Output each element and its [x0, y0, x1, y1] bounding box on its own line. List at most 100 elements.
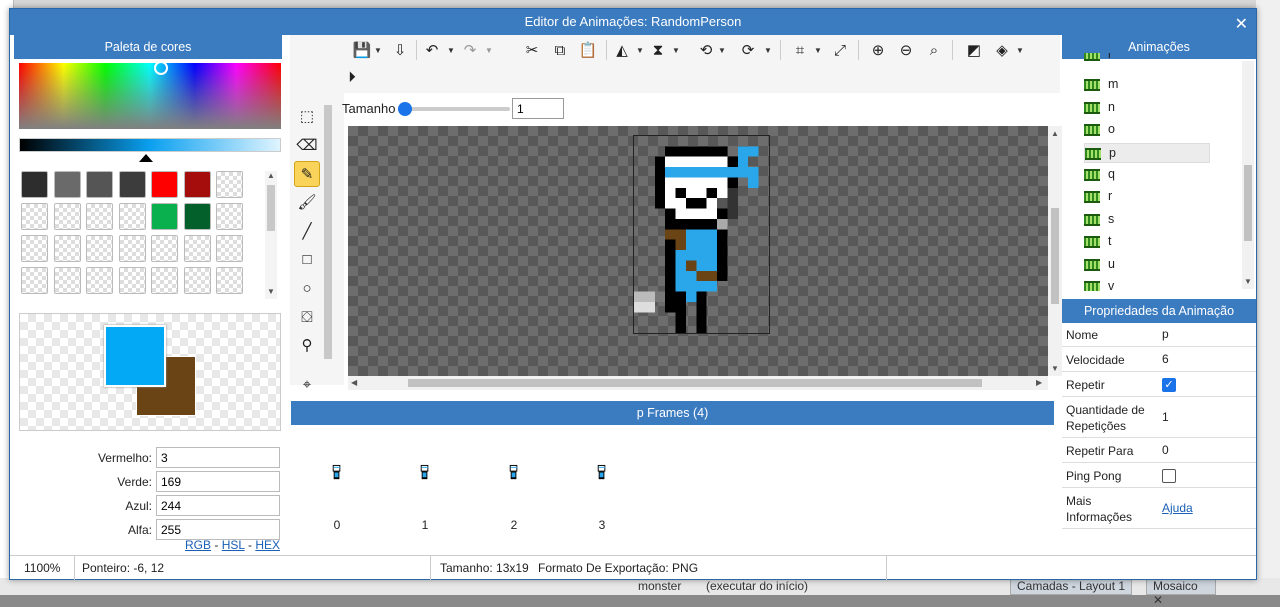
prop-name-value[interactable]: p — [1162, 327, 1169, 341]
animation-item-m[interactable]: m — [1084, 75, 1210, 95]
horizontal-scroll-thumb[interactable] — [408, 379, 982, 387]
color-swatch[interactable] — [216, 171, 243, 198]
eyedropper-icon[interactable]: ⚲ — [294, 333, 320, 359]
spectrum-knob[interactable] — [154, 61, 168, 75]
hex-link[interactable]: HEX — [255, 538, 280, 552]
color-swatch[interactable] — [86, 171, 113, 198]
color-swatch[interactable] — [53, 235, 81, 262]
animation-item-v[interactable]: v — [1084, 277, 1210, 291]
color-swatch[interactable] — [183, 171, 211, 198]
color-swatch[interactable] — [151, 171, 178, 198]
color-swatch[interactable] — [151, 235, 178, 262]
scroll-right-icon[interactable]: ▶ — [1036, 378, 1042, 387]
size-input[interactable] — [512, 98, 564, 119]
crop-dropdown-icon[interactable]: ▼ — [814, 46, 822, 55]
animation-item-l[interactable]: l — [1084, 53, 1210, 63]
color-spectrum-picker[interactable] — [19, 61, 281, 129]
animation-item-r[interactable]: r — [1084, 187, 1210, 207]
prop-repeat-to-value[interactable]: 0 — [1162, 443, 1169, 457]
brush-icon[interactable]: 🖌 — [294, 190, 320, 216]
redo-dropdown-icon[interactable]: ▼ — [485, 46, 493, 55]
paste-icon[interactable]: 📋 — [576, 38, 600, 64]
canvas-vertical-scrollbar[interactable]: ▲ ▼ — [1048, 126, 1062, 376]
export-icon[interactable]: ⇩ — [388, 38, 412, 64]
loop-checkbox[interactable]: ✓ — [1162, 378, 1176, 392]
green-input[interactable] — [156, 471, 280, 492]
color-swatch[interactable] — [216, 235, 243, 262]
undo-dropdown-icon[interactable]: ▼ — [447, 46, 455, 55]
brightness-slider[interactable] — [19, 138, 281, 152]
fill-bucket-icon[interactable]: ⛋ — [294, 305, 320, 331]
color-swatch[interactable] — [21, 171, 48, 198]
rgb-link[interactable]: RGB — [185, 538, 211, 552]
red-input[interactable] — [156, 447, 280, 468]
tool-scrollbar[interactable] — [324, 105, 332, 359]
flip-horizontal-icon[interactable]: ◭ — [610, 38, 634, 64]
frame-thumbnail[interactable]: 3 — [587, 464, 617, 532]
help-link[interactable]: Ajuda — [1162, 501, 1193, 515]
color-swatch[interactable] — [21, 235, 48, 262]
undo-icon[interactable]: ↶ — [420, 38, 444, 64]
ellipse-icon[interactable]: ○ — [294, 276, 320, 302]
animation-item-u[interactable]: u — [1084, 255, 1210, 275]
brightness-marker-icon[interactable] — [139, 154, 153, 162]
color-swatch[interactable] — [151, 267, 178, 294]
hsl-link[interactable]: HSL — [222, 538, 245, 552]
eraser-icon[interactable]: ⌫ — [294, 133, 320, 159]
animation-item-p[interactable]: p — [1084, 142, 1210, 163]
rotate-left-icon[interactable]: ⟲ — [694, 38, 718, 64]
color-swatch[interactable] — [216, 267, 243, 294]
prop-speed-value[interactable]: 6 — [1162, 352, 1169, 366]
scroll-down-icon[interactable]: ▼ — [1051, 364, 1059, 373]
color-swatch[interactable] — [118, 235, 146, 262]
flip-h-dropdown-icon[interactable]: ▼ — [636, 46, 644, 55]
prop-repeat-count-value[interactable]: 1 — [1162, 410, 1169, 424]
size-slider-knob[interactable] — [398, 102, 412, 116]
crop-icon[interactable]: ⌗ — [788, 38, 812, 64]
color-swatch[interactable] — [86, 203, 113, 230]
color-swatch[interactable] — [183, 203, 211, 230]
zoom-reset-icon[interactable]: ⌕ — [922, 38, 946, 64]
rotate-right-dropdown-icon[interactable]: ▼ — [764, 46, 772, 55]
vertical-scroll-thumb[interactable] — [1051, 208, 1059, 304]
redo-icon[interactable]: ↷ — [458, 38, 482, 64]
animation-item-s[interactable]: s — [1084, 210, 1210, 230]
animation-scroll-thumb[interactable] — [1244, 165, 1252, 241]
rotate-left-dropdown-icon[interactable]: ▼ — [718, 46, 726, 55]
background-tab-tiles[interactable]: Mosaico ✕ — [1146, 578, 1216, 607]
scroll-down-icon[interactable]: ▼ — [1244, 277, 1252, 286]
line-icon[interactable]: ╱ — [294, 219, 320, 245]
scroll-left-icon[interactable]: ◀ — [351, 378, 357, 387]
animation-item-q[interactable]: q — [1084, 165, 1210, 185]
zoom-out-icon[interactable]: ⊖ — [894, 38, 918, 64]
color-mode-icon[interactable]: ◩ — [962, 38, 986, 64]
frame-thumbnail[interactable]: 0 — [322, 464, 352, 532]
color-swatch[interactable] — [53, 267, 81, 294]
pingpong-checkbox[interactable] — [1162, 469, 1176, 483]
scroll-up-icon[interactable]: ▲ — [267, 171, 275, 180]
color-swatch[interactable] — [53, 203, 81, 230]
scroll-up-icon[interactable]: ▲ — [1051, 129, 1059, 138]
select-rect-icon[interactable]: ⬚ — [294, 104, 320, 130]
swatch-scroll-thumb[interactable] — [267, 185, 275, 231]
color-swatch[interactable] — [118, 171, 146, 198]
background-item-monster[interactable]: monster — [638, 579, 681, 593]
origin-point-icon[interactable]: ⌖ — [294, 372, 320, 398]
copy-icon[interactable]: ⧉ — [548, 38, 572, 64]
color-swatch[interactable] — [21, 203, 48, 230]
rotate-right-icon[interactable]: ⟳ — [736, 38, 760, 64]
animation-list-scrollbar[interactable]: ▼ — [1242, 61, 1254, 289]
background-tab-layers[interactable]: Camadas - Layout 1 — [1010, 578, 1133, 595]
alpha-input[interactable] — [156, 519, 280, 540]
zoom-in-icon[interactable]: ⊕ — [866, 38, 890, 64]
drawing-canvas[interactable] — [348, 126, 1048, 376]
color-swatch[interactable] — [118, 203, 146, 230]
pencil-icon[interactable]: ✎ — [294, 161, 320, 187]
color-swatch[interactable] — [53, 171, 81, 198]
color-swatch[interactable] — [183, 235, 211, 262]
rectangle-icon[interactable]: □ — [294, 247, 320, 273]
cut-icon[interactable]: ✂ — [520, 38, 544, 64]
layers-icon[interactable]: ◈ — [990, 38, 1014, 64]
blue-input[interactable] — [156, 495, 280, 516]
frame-thumbnail[interactable]: 1 — [410, 464, 440, 532]
